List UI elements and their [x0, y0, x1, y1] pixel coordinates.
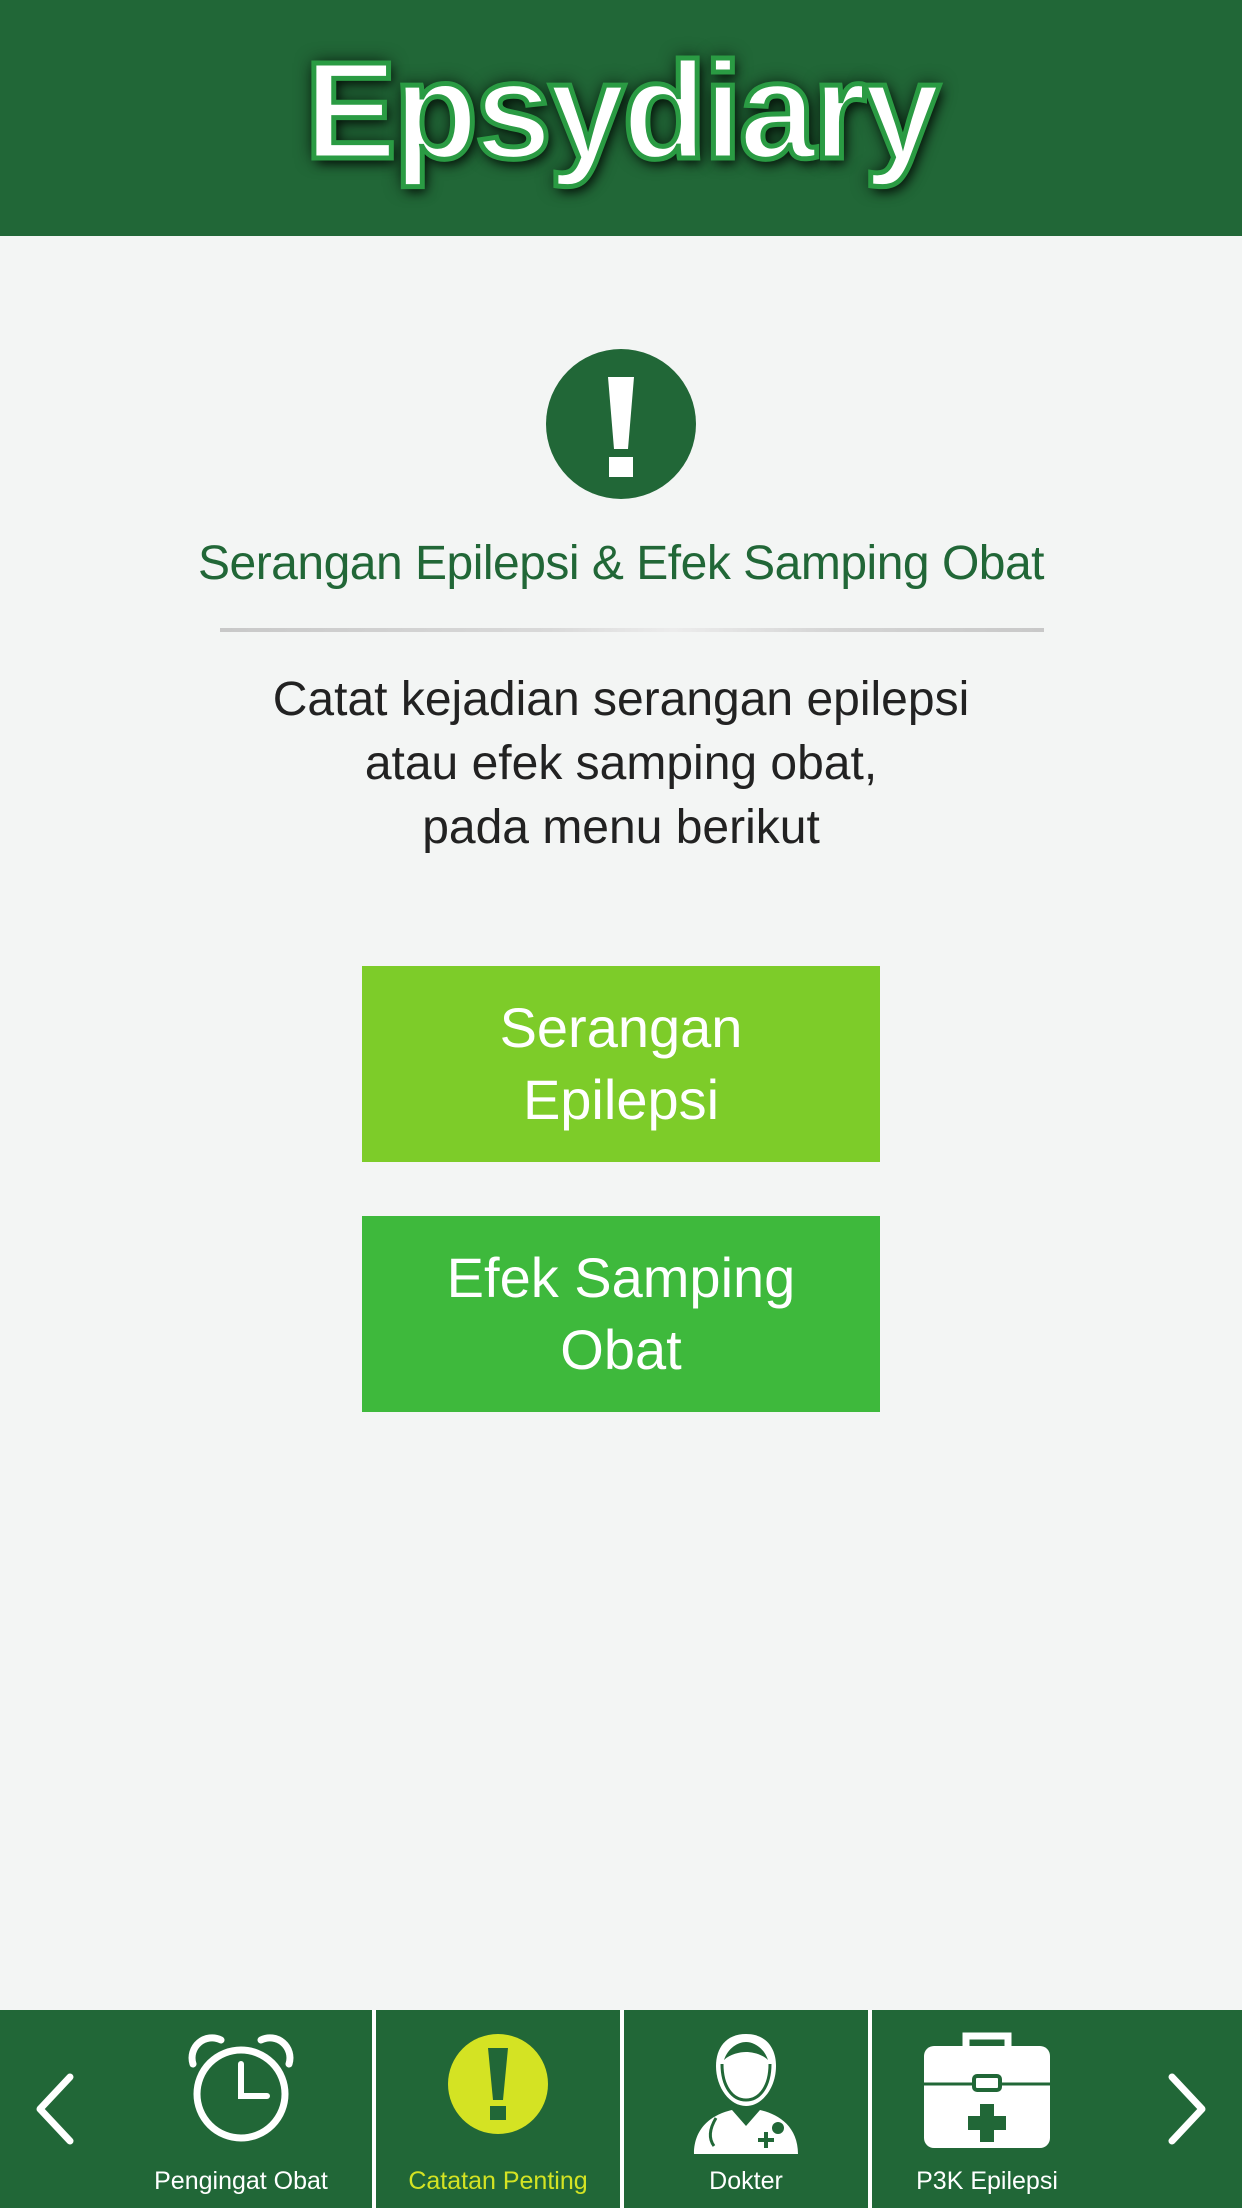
bottom-nav: Pengingat Obat Catatan Penting Dokter P3…: [0, 2010, 1242, 2208]
seizure-button-label: Serangan: [499, 996, 743, 1059]
main-content: Serangan Epilepsi & Efek Samping Obat Ca…: [0, 236, 1242, 2010]
title-divider: [220, 628, 1044, 632]
instructions-line: pada menu berikut: [422, 801, 820, 854]
nav-item-important-notes[interactable]: Catatan Penting: [376, 2010, 620, 2208]
instructions-text: Catat kejadian serangan epilepsi atau ef…: [0, 668, 1242, 860]
nav-item-reminder[interactable]: Pengingat Obat: [110, 2010, 372, 2208]
alarm-clock-icon: [188, 2034, 294, 2142]
side-effect-button-label: Efek Samping: [446, 1246, 796, 1309]
app-header: Epsydiary: [0, 0, 1242, 236]
section-title: Serangan Epilepsi & Efek Samping Obat: [197, 537, 1045, 590]
chevron-left-icon: [36, 2073, 74, 2145]
nav-item-label: Pengingat Obat: [154, 2167, 328, 2195]
chevron-right-icon: [1168, 2073, 1206, 2145]
nav-next-button[interactable]: [1132, 2010, 1242, 2208]
side-effect-button[interactable]: Efek Samping Obat: [362, 1216, 880, 1412]
nav-prev-button[interactable]: [0, 2010, 110, 2208]
nav-item-label: Dokter: [709, 2167, 783, 2195]
exclamation-circle-icon: [546, 349, 696, 499]
app-logo: Epsydiary: [302, 34, 943, 188]
instructions-line: atau efek samping obat,: [364, 737, 878, 790]
first-aid-kit-icon: [924, 2032, 1050, 2148]
nav-item-first-aid[interactable]: P3K Epilepsi: [872, 2010, 1102, 2208]
doctor-icon: [694, 2034, 798, 2154]
nav-item-label: P3K Epilepsi: [916, 2167, 1058, 2195]
seizure-button[interactable]: Serangan Epilepsi: [362, 966, 880, 1162]
nav-item-doctor[interactable]: Dokter: [624, 2010, 868, 2208]
seizure-button-label: Epilepsi: [522, 1068, 720, 1131]
nav-item-label: Catatan Penting: [408, 2167, 588, 2195]
exclamation-circle-icon: [448, 2034, 548, 2134]
instructions-line: Catat kejadian serangan epilepsi: [272, 673, 970, 726]
side-effect-button-label: Obat: [560, 1318, 682, 1381]
